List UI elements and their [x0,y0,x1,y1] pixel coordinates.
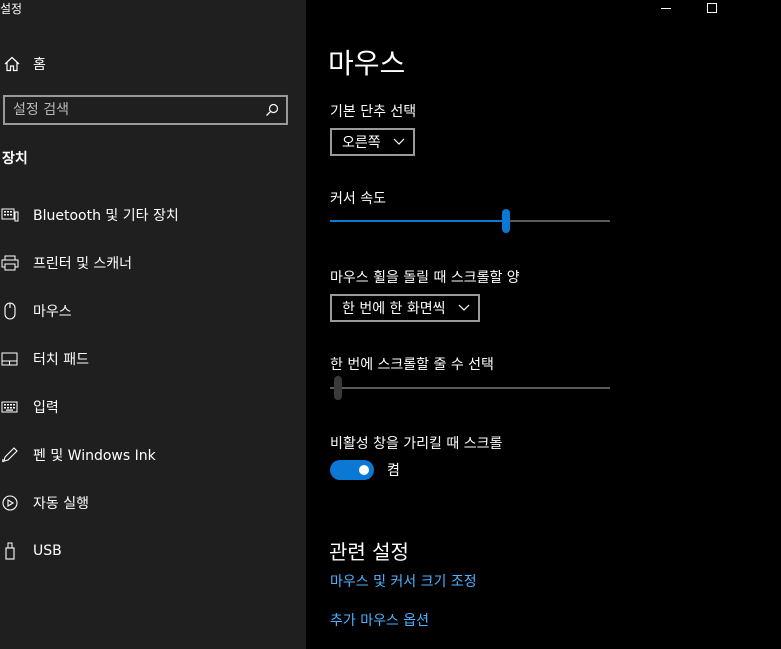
main-content: 마우스 기본 단추 선택 오른쪽 커서 속도 마우스 휠을 돌릴 때 스크롤할 … [306,0,781,649]
sidebar-item-label: 입력 [33,400,59,416]
wheel-scroll-dropdown[interactable]: 한 번에 한 화면씩 [330,294,480,322]
usb-icon [0,541,20,561]
sidebar-item-label: 프린터 및 스캐너 [33,256,133,272]
lines-scroll-slider[interactable] [330,376,610,400]
related-settings-title: 관련 설정 [329,540,409,564]
sidebar-item-label: 홈 [33,57,46,73]
sidebar-nav: Bluetooth 및 기타 장치 프린터 및 스캐너 마우스 터치 패드 입력… [0,191,306,575]
touchpad-icon [0,349,20,369]
chevron-down-icon [393,138,405,146]
inactive-scroll-toggle-row: 켬 [330,460,400,480]
cursor-speed-slider[interactable] [330,209,610,233]
search-input[interactable] [5,97,262,123]
settings-window: 설정 홈 장치 Bluetooth 및 기타 장치 [0,0,781,649]
wheel-scroll-label: 마우스 휠을 돌릴 때 스크롤할 양 [330,270,520,286]
keyboard-device-icon [0,205,20,225]
minimize-button[interactable] [643,0,689,16]
sidebar-item-label: 펜 및 Windows Ink [33,448,156,464]
sidebar-item-typing[interactable]: 입력 [0,383,306,431]
sidebar-item-label: 자동 실행 [33,496,89,512]
cursor-speed-label: 커서 속도 [330,191,386,207]
close-button[interactable] [735,0,781,16]
sidebar-item-usb[interactable]: USB [0,527,306,575]
sidebar-item-label: 터치 패드 [33,352,89,368]
window-controls [643,0,781,16]
sidebar-item-autoplay[interactable]: 자동 실행 [0,479,306,527]
sidebar-item-printers[interactable]: 프린터 및 스캐너 [0,239,306,287]
sidebar-item-pen[interactable]: 펜 및 Windows Ink [0,431,306,479]
pen-icon [0,445,20,465]
sidebar-item-home[interactable]: 홈 [0,50,306,78]
autoplay-icon [0,493,20,513]
slider-thumb[interactable] [502,209,511,233]
slider-thumb[interactable] [334,376,343,400]
keyboard-icon [0,397,20,417]
sidebar: 설정 홈 장치 Bluetooth 및 기타 장치 [0,0,306,649]
sidebar-item-touchpad[interactable]: 터치 패드 [0,335,306,383]
lines-scroll-label: 한 번에 스크롤할 줄 수 선택 [330,357,494,373]
printer-icon [0,253,20,273]
dropdown-value: 한 번에 한 화면씩 [342,301,446,317]
home-icon [2,54,22,74]
sidebar-item-label: 마우스 [33,304,72,320]
additional-mouse-options-link[interactable]: 추가 마우스 옵션 [330,610,429,630]
primary-button-label: 기본 단추 선택 [330,104,417,120]
inactive-scroll-toggle[interactable] [330,460,374,480]
inactive-scroll-label: 비활성 창을 가리킬 때 스크롤 [330,436,503,452]
app-title: 설정 [0,2,23,16]
section-title: 장치 [2,151,28,167]
slider-track [330,387,610,389]
mouse-icon [0,301,20,321]
sidebar-item-bluetooth[interactable]: Bluetooth 및 기타 장치 [0,191,306,239]
toggle-knob [359,465,369,475]
slider-fill [330,220,507,222]
toggle-state-label: 켬 [387,463,400,479]
search-box [3,95,288,125]
maximize-button[interactable] [689,0,735,16]
primary-button-dropdown[interactable]: 오른쪽 [330,128,415,156]
page-title: 마우스 [328,47,406,80]
mouse-cursor-size-link[interactable]: 마우스 및 커서 크기 조정 [330,571,477,591]
sidebar-item-label: Bluetooth 및 기타 장치 [33,208,179,224]
sidebar-item-mouse[interactable]: 마우스 [0,287,306,335]
chevron-down-icon [458,304,470,312]
sidebar-item-label: USB [33,543,62,559]
dropdown-value: 오른쪽 [342,135,381,151]
search-icon[interactable] [262,100,282,120]
